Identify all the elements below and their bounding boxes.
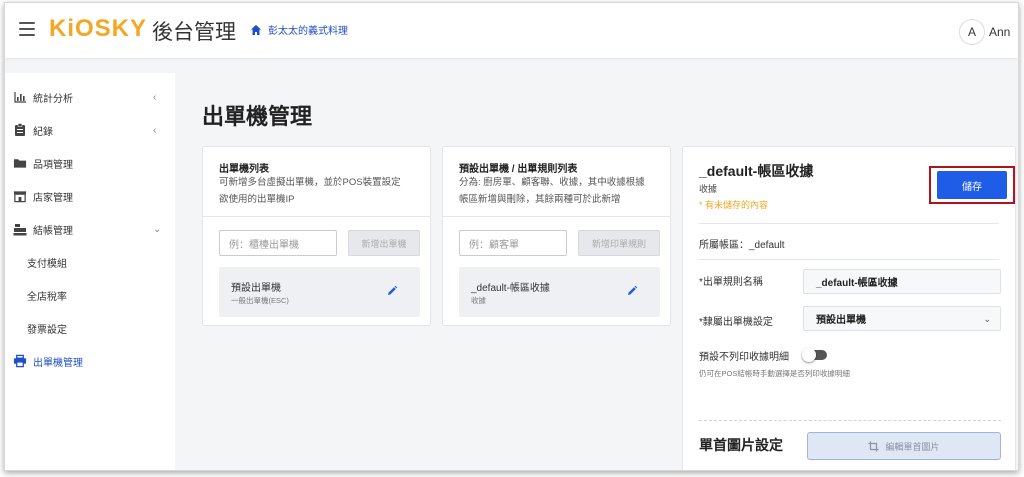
sidebar-item-label: 統計分析 xyxy=(33,93,73,105)
save-button[interactable]: 儲存 xyxy=(937,171,1007,199)
account-area-label: 所屬帳區：_default xyxy=(699,240,785,251)
chevron-down-icon: ⌄ xyxy=(153,223,162,235)
app-title: 後台管理 xyxy=(152,20,236,44)
sidebar-item-checkout[interactable]: 結帳管理 ⌄ xyxy=(5,213,175,245)
sidebar-item-label: 結帳管理 xyxy=(33,225,73,237)
user-avatar[interactable]: A xyxy=(959,19,985,45)
home-icon xyxy=(251,24,261,35)
printer-list-description: 可新增多台虛擬出單機，並於POS裝置設定 欲使用的出單機IP xyxy=(219,174,401,208)
top-header: KiOSKY 後台管理 彭太太的義式料理 A Ann xyxy=(5,3,1018,58)
store-name: 彭太太的義式料理 xyxy=(268,26,348,37)
edit-header-image-label: 編輯單首圖片 xyxy=(885,441,940,452)
toggle-knob xyxy=(802,348,816,362)
chevron-down-icon: ⌄ xyxy=(983,314,991,324)
hamburger-menu-icon[interactable] xyxy=(19,22,35,36)
sidebar-item-label: 出單機管理 xyxy=(33,357,83,369)
sidebar-item-records[interactable]: 紀錄 ‹ xyxy=(5,114,175,146)
printer-setting-label: *隸屬出單機設定 xyxy=(699,317,773,328)
printer-name-input[interactable]: 例：櫃檯出單機 xyxy=(219,230,337,256)
printer-select-value: 預設出單機 xyxy=(816,315,866,326)
print-rule-desc-line2: 帳區新增與刪除，其餘兩種可於此新增 xyxy=(459,194,621,205)
add-print-rule-button[interactable]: 新增印單規則 xyxy=(578,230,660,256)
bar-chart-icon xyxy=(13,90,27,104)
no-detail-print-hint: 仍可在POS結帳時手動選擇是否列印收據明細 xyxy=(699,369,850,378)
divider xyxy=(699,223,999,224)
add-printer-button[interactable]: 新增出單機 xyxy=(348,230,420,256)
no-detail-print-toggle[interactable] xyxy=(802,348,827,362)
detail-subtitle: 收據 xyxy=(699,184,718,194)
header-image-section-title: 單首圖片設定 xyxy=(699,437,783,453)
no-detail-print-label: 預設不列印收據明細 xyxy=(699,352,789,363)
printer-list-item[interactable]: 預設出單機 一般出單機(ESC) xyxy=(219,267,420,317)
sidebar-item-label: 發票設定 xyxy=(27,324,67,336)
store-icon xyxy=(13,189,27,203)
rule-name-input[interactable]: _default-帳區收據 xyxy=(803,269,1001,294)
pencil-icon[interactable] xyxy=(386,285,398,297)
sidebar-item-label: 紀錄 xyxy=(33,126,53,138)
sidebar-item-printer-management[interactable]: 出單機管理 xyxy=(5,345,175,377)
section-divider xyxy=(699,420,1001,421)
print-rule-list-item[interactable]: _default-帳區收據 收據 xyxy=(459,267,660,317)
printer-list-panel: 出單機列表 可新增多台虛擬出單機，並於POS裝置設定 欲使用的出單機IP 例：櫃… xyxy=(202,146,431,326)
printer-list-desc-line1: 可新增多台虛擬出單機，並於POS裝置設定 xyxy=(219,177,401,188)
user-name[interactable]: Ann xyxy=(989,25,1010,39)
pencil-icon[interactable] xyxy=(626,285,638,297)
kiosky-logo: KiOSKY xyxy=(49,15,148,42)
sidebar-item-label: 品項管理 xyxy=(33,159,73,171)
sidebar-item-invoice-settings[interactable]: 發票設定 xyxy=(5,312,175,344)
cash-register-icon xyxy=(13,222,27,236)
sidebar-item-stats[interactable]: 統計分析 ‹ xyxy=(5,81,175,113)
edit-header-image-button[interactable]: 編輯單首圖片 xyxy=(807,432,1001,460)
chevron-left-icon: ‹ xyxy=(153,91,157,103)
unsaved-warning: * 有未儲存的內容 xyxy=(699,200,769,210)
printer-item-type: 一般出單機(ESC) xyxy=(231,296,289,305)
app-window: KiOSKY 後台管理 彭太太的義式料理 A Ann 統計分析 ‹ 紀錄 ‹ 品… xyxy=(4,2,1019,471)
printer-select[interactable]: 預設出單機 ⌄ xyxy=(803,306,1001,331)
print-rule-list-title: 預設出單機 / 出單規則列表 xyxy=(459,164,578,175)
chevron-left-icon: ‹ xyxy=(153,124,157,136)
store-selector[interactable]: 彭太太的義式料理 xyxy=(250,22,348,37)
sidebar-item-store[interactable]: 店家管理 xyxy=(5,180,175,212)
sidebar-item-label: 店家管理 xyxy=(33,192,73,204)
detail-title: _default-帳區收據 xyxy=(699,163,814,179)
print-rule-item-title: _default-帳區收據 xyxy=(471,283,550,294)
crop-icon xyxy=(868,441,879,451)
page-title: 出單機管理 xyxy=(202,105,313,130)
print-rule-item-type: 收據 xyxy=(471,296,486,305)
rule-name-label: *出單規則名稱 xyxy=(699,277,763,288)
sidebar-item-label: 支付模組 xyxy=(27,258,67,270)
print-rule-desc-line1: 分為: 廚房單、顧客聯、收據，其中收據根據 xyxy=(459,177,645,188)
sidebar-item-products[interactable]: 品項管理 xyxy=(5,147,175,179)
divider xyxy=(699,259,999,260)
folder-icon xyxy=(13,156,27,170)
sidebar-item-payment-module[interactable]: 支付模組 xyxy=(5,246,175,278)
printer-icon xyxy=(13,354,27,368)
printer-list-desc-line2: 欲使用的出單機IP xyxy=(219,194,295,205)
sidebar-item-tax-rate[interactable]: 全店稅率 xyxy=(5,279,175,311)
print-rule-detail-panel: _default-帳區收據 收據 * 有未儲存的內容 儲存 所屬帳區：_defa… xyxy=(682,146,1016,470)
print-rule-list-panel: 預設出單機 / 出單規則列表 分為: 廚房單、顧客聯、收據，其中收據根據 帳區新… xyxy=(442,146,671,326)
sidebar-item-label: 全店稅率 xyxy=(27,291,67,303)
print-rule-name-input[interactable]: 例：顧客單 xyxy=(459,230,567,256)
printer-item-title: 預設出單機 xyxy=(231,283,281,294)
print-rule-list-description: 分為: 廚房單、顧客聯、收據，其中收據根據 帳區新增與刪除，其餘兩種可於此新增 xyxy=(459,174,645,208)
printer-list-title: 出單機列表 xyxy=(219,164,269,175)
sidebar: 統計分析 ‹ 紀錄 ‹ 品項管理 店家管理 結帳管理 ⌄ 支付模組 全店稅率 發… xyxy=(5,73,175,470)
clipboard-icon xyxy=(13,123,27,137)
